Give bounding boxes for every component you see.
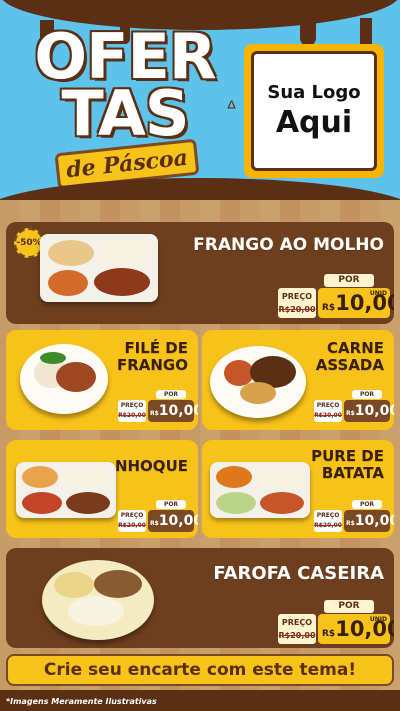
offer-card-frango-ao-molho: -50% FRANGO AO MOLHO POR PREÇO R$20,00 R… — [6, 222, 394, 324]
bunny-icon: ᐞ — [226, 96, 237, 120]
chocolate-drip — [300, 20, 316, 46]
page-title: OFER TAS — [20, 25, 230, 151]
old-price-box: PREÇO R$20,00 — [314, 400, 342, 422]
old-price-box: PREÇO R$20,00 — [314, 510, 342, 532]
por-label: POR — [156, 390, 186, 399]
food-image — [40, 234, 158, 302]
new-price: R$10,00 — [344, 400, 394, 422]
new-price: R$10,00 — [148, 400, 198, 422]
header: OFER TAS de Páscoa ᐞ Sua Logo Aqui — [0, 0, 400, 200]
item-name: PURE DE BATATA — [311, 447, 384, 482]
item-name: NHOQUE — [114, 457, 188, 475]
logo-text-line2: Aqui — [275, 105, 353, 140]
food-image — [20, 344, 108, 414]
preco-label: PREÇO — [281, 292, 313, 301]
cta-banner: Crie seu encarte com este tema! — [6, 654, 394, 686]
logo-text-line1: Sua Logo — [267, 82, 361, 103]
price-tag: POR PREÇO R$20,00 R$10,00 UNID — [278, 274, 394, 318]
food-image — [210, 462, 310, 518]
price-tag: POR PREÇO R$20,00 R$10,00 — [118, 500, 198, 534]
item-name: CARNE ASSADA — [315, 339, 384, 374]
item-name: FRANGO AO MOLHO — [193, 235, 384, 255]
old-price-box: PREÇO R$20,00 — [118, 400, 146, 422]
title-line2: TAS — [61, 77, 189, 151]
item-name: FAROFA CASEIRA — [213, 563, 384, 584]
food-image — [16, 462, 116, 518]
price-tag: POR PREÇO R$20,00 R$10,00 — [314, 390, 394, 424]
old-price: R$20,00 — [278, 305, 316, 314]
promo-flyer: OFER TAS de Páscoa ᐞ Sua Logo Aqui -50% … — [0, 0, 400, 711]
old-price-box: PREÇO R$20,00 — [118, 510, 146, 532]
new-price: R$10,00 UNID — [318, 614, 394, 644]
old-price-box: PREÇO R$20,00 — [278, 288, 316, 318]
offer-card-file-de-frango: FILÉ DE FRANGO POR PREÇO R$20,00 R$10,00 — [6, 330, 198, 430]
footnote: *Imagens Meramente Ilustrativas — [6, 697, 157, 706]
item-name: FILÉ DE FRANGO — [116, 339, 188, 374]
por-label: POR — [324, 274, 374, 287]
offer-card-nhoque: NHOQUE POR PREÇO R$20,00 R$10,00 — [6, 440, 198, 538]
new-price: R$10,00 — [344, 510, 394, 532]
new-price: R$10,00 — [148, 510, 198, 532]
new-price: R$10,00 UNID — [318, 288, 394, 318]
offer-card-pure-de-batata: PURE DE BATATA POR PREÇO R$20,00 R$10,00 — [202, 440, 394, 538]
food-image — [210, 346, 306, 418]
offer-card-farofa-caseira: FAROFA CASEIRA POR PREÇO R$20,00 R$10,00… — [6, 548, 394, 648]
food-image — [42, 560, 154, 640]
price-tag: POR PREÇO R$20,00 R$10,00 — [314, 500, 394, 534]
price-tag: POR PREÇO R$20,00 R$10,00 UNID — [278, 600, 394, 644]
offer-card-carne-assada: CARNE ASSADA POR PREÇO R$20,00 R$10,00 — [202, 330, 394, 430]
logo-placeholder: Sua Logo Aqui — [244, 44, 384, 178]
price-tag: POR PREÇO R$20,00 R$10,00 — [118, 390, 198, 424]
old-price-box: PREÇO R$20,00 — [278, 614, 316, 644]
